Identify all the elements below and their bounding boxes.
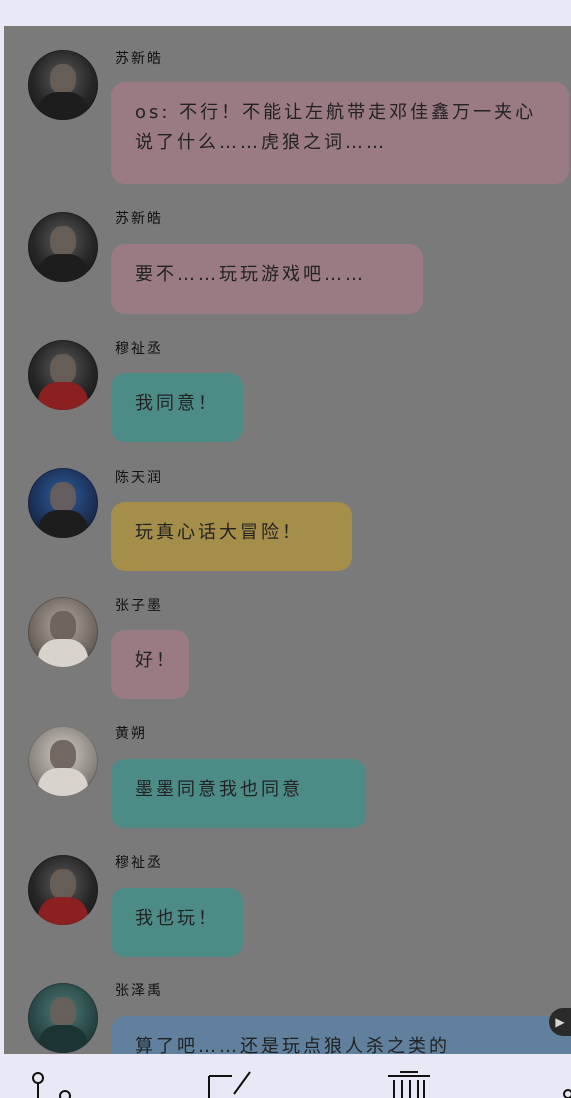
avatar-face [50, 64, 76, 94]
avatar-face [50, 611, 76, 641]
message-bubble[interactable]: 好！ [111, 630, 189, 699]
avatar-body [38, 92, 88, 120]
sender-name: 黄朔 [115, 726, 147, 742]
sender-name: 穆祉丞 [115, 855, 163, 871]
avatar-body [38, 639, 88, 667]
avatar-body [38, 768, 88, 796]
avatar-body [38, 510, 88, 538]
message-bubble[interactable]: 我同意！ [111, 373, 243, 442]
avatar-face [50, 226, 76, 256]
edit-icon[interactable] [206, 1068, 256, 1098]
sender-avatar[interactable] [28, 726, 98, 796]
message-bubble[interactable]: os: 不行！不能让左航带走邓佳鑫万一夹心说了什么……虎狼之词…… [111, 82, 569, 184]
avatar-body [38, 1025, 88, 1053]
sender-avatar[interactable] [28, 983, 98, 1053]
message-bubble[interactable]: 算了吧……还是玩点狼人杀之类的 [111, 1016, 571, 1054]
avatar-face [50, 869, 76, 899]
sender-name: 穆祉丞 [115, 341, 163, 357]
bottom-toolbar [0, 1054, 571, 1098]
avatar-body [38, 254, 88, 282]
trash-icon[interactable] [386, 1068, 436, 1098]
sender-avatar[interactable] [28, 597, 98, 667]
sender-avatar[interactable] [28, 340, 98, 410]
sender-name: 苏新皓 [115, 211, 163, 227]
chat-history-panel[interactable]: 苏新皓 os: 不行！不能让左航带走邓佳鑫万一夹心说了什么……虎狼之词…… 苏新… [4, 26, 571, 1054]
avatar-face [50, 482, 76, 512]
branch-icon[interactable] [27, 1068, 77, 1098]
play-icon[interactable]: ▶ [549, 1008, 571, 1036]
message-bubble[interactable]: 我也玩！ [111, 888, 243, 957]
sender-name: 张子墨 [115, 598, 163, 614]
avatar-face [50, 740, 76, 770]
sender-name: 苏新皓 [115, 51, 163, 67]
message-bubble[interactable]: 要不……玩玩游戏吧…… [111, 244, 423, 314]
avatar-body [38, 382, 88, 410]
avatar-body [38, 897, 88, 925]
sender-name: 陈天润 [115, 470, 163, 486]
message-bubble[interactable]: 玩真心话大冒险！ [111, 502, 352, 571]
sender-avatar[interactable] [28, 50, 98, 120]
chat-screen: 苏新皓 os: 不行！不能让左航带走邓佳鑫万一夹心说了什么……虎狼之词…… 苏新… [0, 0, 571, 1098]
avatar-face [50, 354, 76, 384]
sender-name: 张泽禹 [115, 983, 163, 999]
message-bubble[interactable]: 墨墨同意我也同意 [111, 759, 366, 828]
sender-avatar[interactable] [28, 212, 98, 282]
avatar-face [50, 997, 76, 1027]
sender-avatar[interactable] [28, 468, 98, 538]
sender-avatar[interactable] [28, 855, 98, 925]
share-icon[interactable] [556, 1068, 571, 1098]
